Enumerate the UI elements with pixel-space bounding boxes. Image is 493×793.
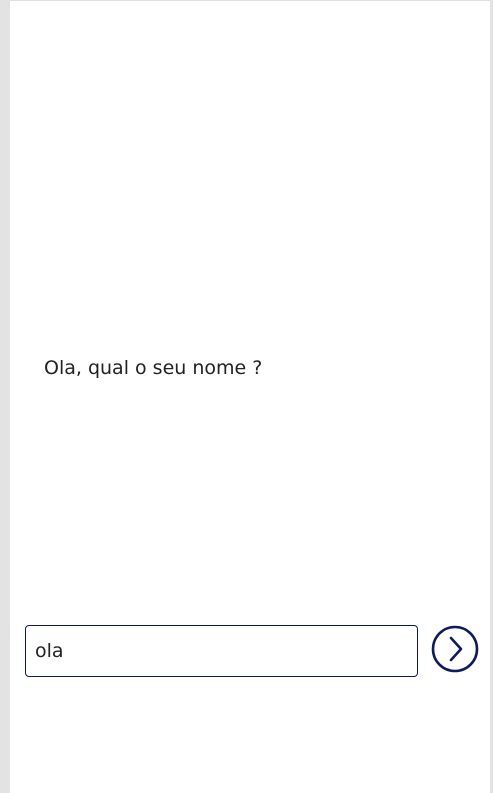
name-input[interactable]: [25, 625, 418, 677]
prompt-label: Ola, qual o seu nome ?: [44, 357, 263, 379]
app-screen: Ola, qual o seu nome ?: [10, 0, 490, 793]
submit-button[interactable]: [431, 625, 479, 673]
chevron-right-circle-icon: [431, 625, 479, 673]
